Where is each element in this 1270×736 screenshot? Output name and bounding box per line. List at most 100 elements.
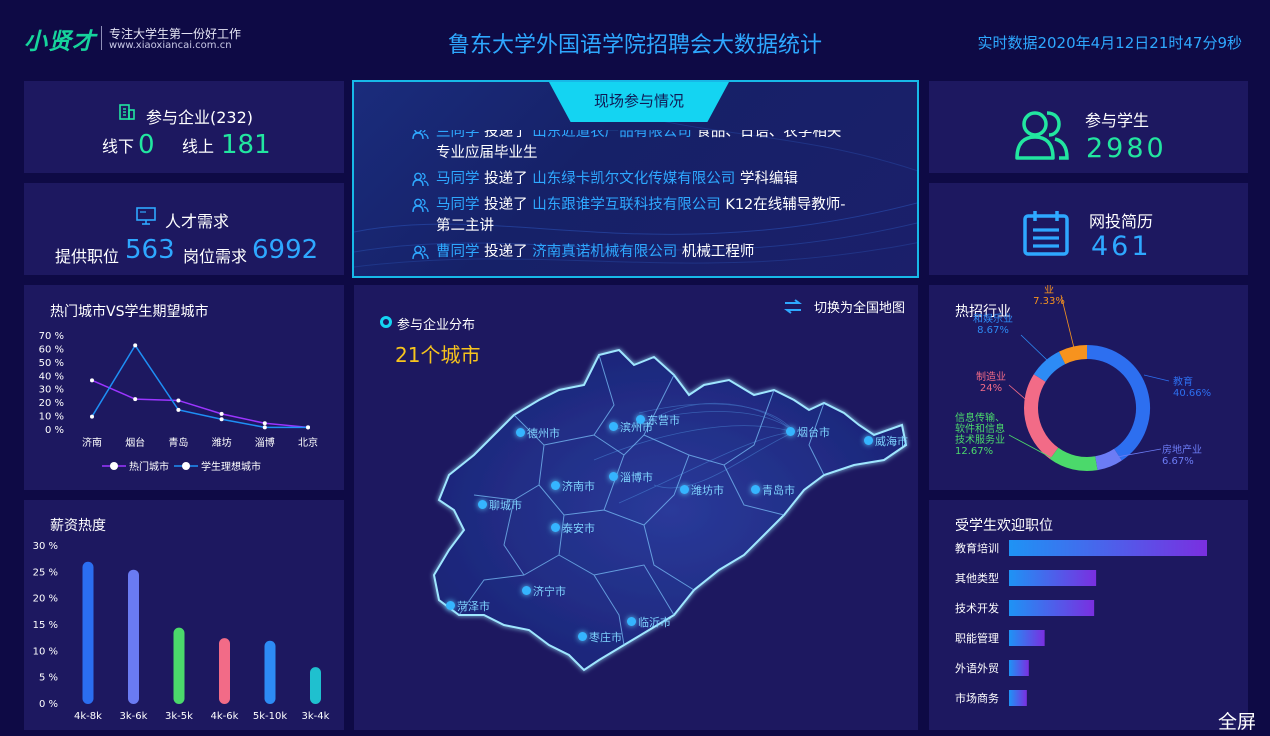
job-category-label: 其他类型 [955,571,999,585]
user-icon [412,172,429,187]
shandong-map[interactable] [354,285,918,730]
map-city-marker[interactable] [551,523,560,532]
feed-company: 山东跟谁学互联科技有限公司 [532,197,721,213]
donut-slice [1059,345,1088,365]
monitor-icon [136,207,156,229]
map-city-marker[interactable] [609,422,618,431]
map-city-marker[interactable] [578,632,587,641]
map-city-marker[interactable] [864,436,873,445]
popular-jobs-panel: 受学生欢迎职位 教育培训 其他类型 技术开发 职能管理 外语外贸 市场商务 [929,500,1248,730]
legend-label: 学生理想城市 [201,460,261,473]
salary-x-tick: 3k-6k [120,711,148,722]
logo-divider [101,26,102,50]
map-city-marker[interactable] [627,617,636,626]
line-point [176,407,181,412]
line-point [262,425,267,430]
line-y-tick: 20 % [39,398,64,409]
donut-slice-pct: 24% [980,383,1002,394]
online-label: 线上 [182,137,215,156]
map-city-label: 聊城市 [489,499,522,512]
map-city-label: 烟台市 [797,426,830,439]
donut-slice-pct: 6.67% [1162,456,1194,467]
line-chart: 0 % 10 % 20 % 30 % 40 % 50 % 60 % 70 % 济南 烟台 青岛 潍坊 淄… [39,331,318,473]
donut-slice [1094,448,1122,471]
donut-label-line [1143,374,1170,382]
salary-y-tick: 10 % [33,646,58,657]
user-icon [412,245,429,260]
map-city-label: 泰安市 [562,522,595,535]
job-category-label: 教育培训 [955,541,999,555]
live-feed-panel: 现场参与情况 兰同学 投递了 山东近道农产品有限公司 食品、日语、农学相关专业应… [352,80,919,278]
donut-slice-label: 业 [1044,285,1054,296]
feed-item: 马同学 投递了 山东绿卡凯尔文化传媒有限公司 学科编辑 [412,169,852,190]
feed-company: 济南真诺机械有限公司 [532,244,678,260]
feed-verb: 投递了 [484,171,528,187]
city-line-chart-panel: 热门城市VS学生期望城市 0 % 10 % 20 % 30 % 40 % 50 % 60 %… [24,285,344,490]
job-bar [1009,630,1045,646]
donut-slice [1033,351,1066,383]
line-x-tick: 淄博 [255,436,275,449]
salary-bar [264,640,276,704]
map-city-label: 潍坊市 [691,484,724,497]
salary-bar [128,569,139,704]
legend-marker [110,462,118,470]
feed-item: 马同学 投递了 山东跟谁学互联科技有限公司 K12在线辅导教师-第二主讲 [412,195,852,237]
line-x-tick: 北京 [298,436,318,449]
job-bar [1009,540,1207,556]
salary-y-tick: 15 % [33,620,58,631]
fullscreen-button[interactable]: 全屏 [1218,707,1256,734]
map-city-marker[interactable] [478,500,487,509]
job-category-label: 外语外贸 [955,662,999,675]
feed-student: 兰同学 [436,130,480,140]
line-point [133,397,138,402]
map-city-marker[interactable] [551,481,560,490]
job-category-label: 职能管理 [955,631,999,645]
legend-marker [182,462,190,470]
map-city-label: 德州市 [527,427,560,440]
job-category-label: 市场商务 [955,691,999,705]
job-category-label: 技术开发 [955,601,999,615]
industry-donut-panel: 热招行业 教育 40.66% 房地产业 6.67% 信息传输、软件和信息技术服务业 12.… [929,285,1248,490]
line-point [262,421,267,426]
line-point [133,343,138,348]
line-y-tick: 30 % [39,385,64,396]
line-y-tick: 60 % [39,344,64,355]
students-value: 2980 [1086,133,1167,164]
line-point [219,411,224,416]
line-x-tick: 青岛 [168,436,188,449]
map-city-marker[interactable] [522,586,531,595]
map-city-marker[interactable] [786,427,795,436]
job-bar [1009,570,1097,586]
legend-label: 热门城市 [129,460,169,473]
salary-bar-chart-panel: 薪资热度 0 % 5 % 10 % 15 % 20 % 25 % 30 % 4k-8k 3k-6… [24,500,344,730]
salary-bar [310,667,321,704]
map-city-label: 威海市 [875,435,908,448]
feed-item: 曹同学 投递了 济南真诺机械有限公司 机械工程师 [412,242,852,262]
feed-student: 马同学 [436,171,480,187]
offline-value: 0 [138,130,155,160]
map-city-label: 菏泽市 [457,600,490,613]
feed-list[interactable]: 兰同学 投递了 山东近道农产品有限公司 食品、日语、农学相关专业应届毕业生 马同学… [412,130,852,262]
popular-jobs-bar-chart: 教育培训其他类型技术开发职能管理外语外贸市场商务 [955,540,1207,706]
salary-bar [173,627,185,704]
donut-slice-pct: 40.66% [1173,388,1211,399]
job-bar [1009,660,1029,676]
students-icon [1015,108,1069,164]
line-series-1 [91,344,308,429]
salary-y-tick: 5 % [39,673,58,684]
donut-slice-label: 制造业 [976,370,1006,383]
logo-url: www.xiaoxiancai.com.cn [109,40,232,51]
salary-y-tick: 0 % [39,699,58,710]
map-city-marker[interactable] [636,415,645,424]
donut-label-line [1020,334,1048,361]
salary-y-tick: 20 % [33,594,58,605]
realtime-timestamp: 实时数据2020年4月12日21时47分9秒 [977,34,1242,52]
map-city-marker[interactable] [680,485,689,494]
map-city-marker[interactable] [609,472,618,481]
map-city-marker[interactable] [446,601,455,610]
talent-label: 人才需求 [165,212,230,231]
positions-value: 563 [125,235,175,265]
salary-x-tick: 3k-4k [302,711,330,722]
map-city-marker[interactable] [516,428,525,437]
map-city-marker[interactable] [751,485,760,494]
